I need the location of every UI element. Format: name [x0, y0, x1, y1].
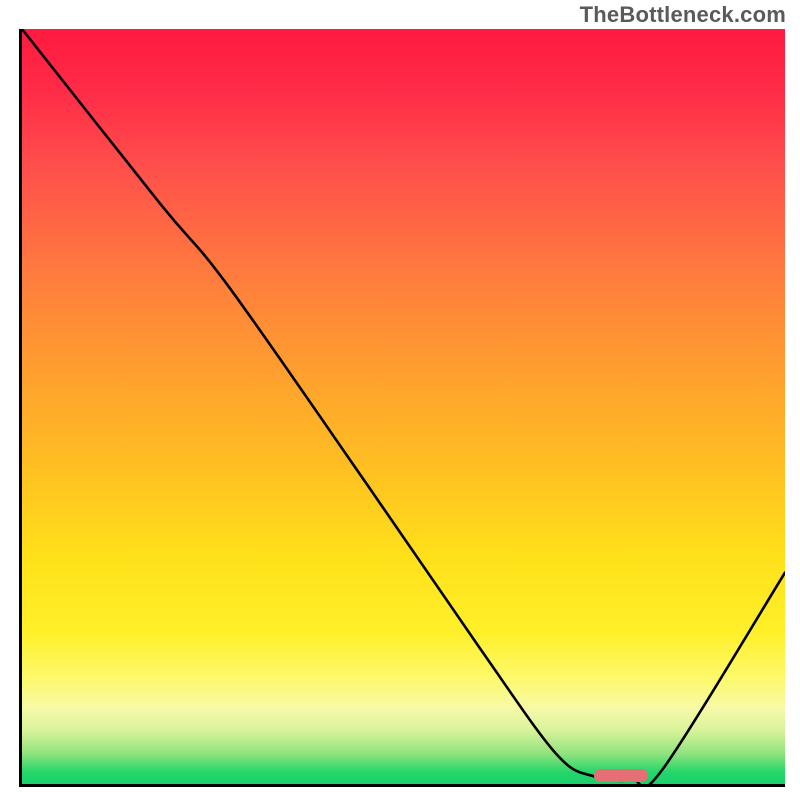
chart-plot-area: [19, 29, 785, 787]
bottleneck-curve: [22, 29, 785, 784]
attribution-text: TheBottleneck.com: [580, 2, 786, 28]
curve-path: [22, 29, 785, 787]
optimum-marker: [594, 769, 647, 782]
